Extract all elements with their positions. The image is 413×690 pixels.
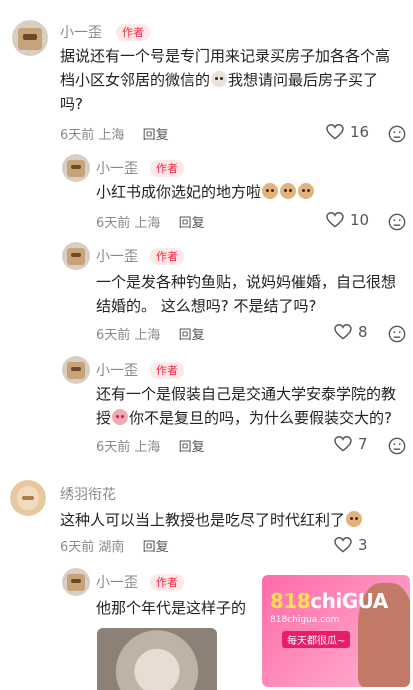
like-button[interactable]: 3 <box>334 536 368 554</box>
like-button[interactable]: 16 <box>326 123 369 141</box>
watermark-logo: 818chiGUA <box>270 589 388 613</box>
comment-meta: 6天前 上海 回复 <box>60 124 169 143</box>
author-badge: 作者 <box>150 160 184 177</box>
comment-time: 6天前 <box>96 328 131 343</box>
comment-text: 一个是发各种钓鱼贴，说妈妈催婚，自己很想结婚的。 这么想吗? 不是结了吗? <box>96 273 397 315</box>
like-count: 7 <box>358 435 368 453</box>
avatar[interactable] <box>62 154 90 182</box>
comment-meta: 6天前 上海 回复 <box>96 436 205 455</box>
avatar[interactable] <box>12 20 48 56</box>
comment-time: 6天前 <box>96 440 131 455</box>
author-name[interactable]: 小一歪 <box>60 22 102 42</box>
heart-icon <box>334 324 352 340</box>
comment-time: 6天前 <box>60 540 95 555</box>
heart-icon <box>326 124 344 140</box>
like-count: 3 <box>358 536 368 554</box>
watermark-site: 818chigua.com <box>270 615 340 625</box>
like-button[interactable]: 8 <box>334 323 368 341</box>
author-badge: 作者 <box>116 24 150 41</box>
author-badge: 作者 <box>150 574 184 591</box>
author-badge: 作者 <box>150 248 184 265</box>
watermark: 818chiGUA 818chigua.com 每天都很瓜~ <box>262 575 410 687</box>
heart-icon <box>326 212 344 228</box>
author-name[interactable]: 绣羽衔花 <box>60 484 116 504</box>
dislike-icon[interactable] <box>388 213 406 231</box>
comment-text: 小红书成你选妃的地方啦 <box>96 180 396 204</box>
like-button[interactable]: 7 <box>334 435 368 453</box>
comment-meta: 6天前 上海 回复 <box>96 324 205 343</box>
like-button[interactable]: 10 <box>326 211 369 229</box>
author-badge: 作者 <box>150 362 184 379</box>
comment-text: 还有一个是假装自己是交通大学安泰学院的教授 你不是复旦的吗，为什么要假装交大的? <box>96 385 397 427</box>
cat-sticker-image[interactable] <box>97 628 217 690</box>
reply-button[interactable]: 回复 <box>179 216 205 231</box>
author-name[interactable]: 小一歪 <box>96 360 138 380</box>
comment-time: 6天前 <box>60 128 95 143</box>
author-name[interactable]: 小一歪 <box>96 572 138 592</box>
dog-emoji <box>262 183 279 199</box>
author-name[interactable]: 小一歪 <box>96 158 138 178</box>
reply-button[interactable]: 回复 <box>179 440 205 455</box>
avatar[interactable] <box>62 356 90 384</box>
cry-emoji <box>346 511 363 527</box>
author-name[interactable]: 小一歪 <box>96 246 138 266</box>
comment-location: 湖南 <box>98 540 125 555</box>
comment-text: 他那个年代是这样子的 <box>96 599 247 617</box>
heart-icon <box>334 436 352 452</box>
like-count: 10 <box>350 211 370 229</box>
avatar[interactable] <box>62 242 90 270</box>
comment-location: 上海 <box>134 216 161 231</box>
comment-time: 6天前 <box>96 216 131 231</box>
heart-icon <box>334 537 352 553</box>
pig-emoji <box>112 409 129 425</box>
dog-emoji <box>298 183 315 199</box>
comment-text: 这种人可以当上教授也是吃尽了时代红利了 <box>60 508 400 532</box>
comment-location: 上海 <box>134 328 161 343</box>
cow-emoji <box>211 71 228 87</box>
reply-button[interactable]: 回复 <box>143 128 169 143</box>
comment-meta: 6天前 湖南 回复 <box>60 536 169 555</box>
comment-meta: 6天前 上海 回复 <box>96 212 205 231</box>
like-count: 16 <box>350 123 370 141</box>
dislike-icon[interactable] <box>388 125 406 143</box>
avatar[interactable] <box>62 568 90 596</box>
reply-button[interactable]: 回复 <box>179 328 205 343</box>
comment-location: 上海 <box>134 440 161 455</box>
watermark-slogan: 每天都很瓜~ <box>282 631 351 648</box>
like-count: 8 <box>358 323 368 341</box>
comment-location: 上海 <box>98 128 125 143</box>
dog-emoji <box>280 183 297 199</box>
reply-button[interactable]: 回复 <box>143 540 169 555</box>
avatar[interactable] <box>10 480 46 516</box>
dislike-icon[interactable] <box>388 437 406 455</box>
dislike-icon[interactable] <box>388 325 406 343</box>
comment-text: 据说还有一个号是专门用来记录买房子加各各个高档小区女邻居的微信的 我想请问最后房子… <box>60 47 391 113</box>
